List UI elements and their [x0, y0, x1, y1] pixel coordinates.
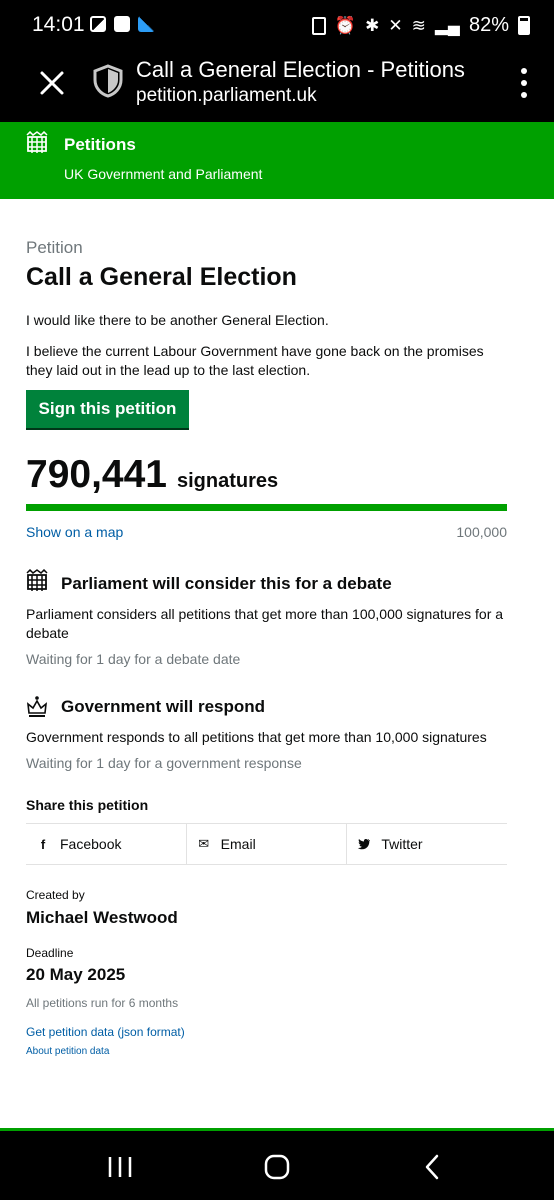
email-icon: ✉ — [198, 836, 210, 851]
page-title-tab[interactable]: Call a General Election - Petitions — [136, 57, 476, 83]
checkbox-icon — [114, 16, 130, 32]
notification-icons — [90, 16, 155, 32]
share-label: Email — [220, 836, 256, 852]
share-label: Twitter — [381, 836, 423, 852]
browser-toolbar: Call a General Election - Petitions peti… — [0, 52, 554, 122]
system-icons: ⏰ ✱ ✕ ≋ ▂▄ 82% — [311, 14, 530, 37]
share-facebook-button[interactable]: f Facebook — [26, 824, 187, 864]
debate-text: Parliament considers all petitions that … — [26, 606, 504, 641]
debate-status: Waiting for 1 day for a debate date — [26, 651, 241, 667]
portcullis-icon[interactable] — [26, 131, 48, 155]
signature-progress-bar — [26, 504, 507, 511]
mute-icon: ✕ — [388, 15, 403, 35]
deadline-date: 20 May 2025 — [26, 965, 126, 984]
home-icon[interactable] — [257, 1151, 297, 1183]
show-on-map-link[interactable]: Show on a map — [26, 524, 123, 540]
vibrate-icon — [311, 16, 326, 35]
signature-count-row: 790,441 signatures — [26, 453, 278, 497]
recent-apps-icon[interactable] — [100, 1151, 140, 1183]
response-status: Waiting for 1 day for a government respo… — [26, 755, 302, 771]
share-label: Facebook — [60, 836, 122, 852]
share-buttons: f Facebook ✉ Email Twitter — [26, 823, 507, 865]
json-data-link[interactable]: Get petition data (json format) — [26, 1025, 185, 1039]
status-time: 14:01 — [32, 13, 85, 36]
alarm-icon: ⏰ — [334, 15, 357, 35]
creator-name: Michael Westwood — [26, 908, 178, 927]
facebook-icon: f — [40, 836, 46, 852]
site-title-link[interactable]: Petitions — [64, 135, 136, 155]
signature-threshold: 100,000 — [456, 524, 507, 540]
share-twitter-button[interactable]: Twitter — [347, 824, 507, 864]
signature-count: 790,441 — [26, 453, 167, 496]
site-subtitle: UK Government and Parliament — [64, 166, 263, 182]
created-by-label: Created by — [26, 888, 85, 902]
run-duration-note: All petitions run for 6 months — [26, 996, 179, 1010]
signature-label: signatures — [176, 470, 279, 492]
signature-progress-fill — [26, 504, 507, 511]
twitter-icon — [358, 839, 371, 850]
sign-petition-button[interactable]: Sign this petition — [26, 390, 189, 430]
debate-heading: Parliament will consider this for a deba… — [61, 574, 392, 593]
system-nav-bar — [0, 1128, 554, 1200]
share-heading: Share this petition — [26, 797, 149, 813]
shield-icon[interactable] — [92, 64, 124, 98]
petition-title: Call a General Election — [26, 263, 297, 291]
about-data-link[interactable]: About petition data — [26, 1046, 109, 1057]
signal-icon: ▂▄ — [434, 15, 460, 35]
response-text: Government responds to all petitions tha… — [26, 729, 487, 745]
petition-summary: I would like there to be another General… — [26, 312, 329, 328]
back-icon[interactable] — [412, 1151, 452, 1183]
deadline-label: Deadline — [26, 946, 74, 960]
close-icon[interactable] — [36, 67, 68, 99]
send-icon — [138, 16, 155, 32]
share-email-button[interactable]: ✉ Email — [187, 824, 348, 864]
battery-percent: 82% — [468, 14, 509, 36]
site-header: Petitions UK Government and Parliament — [0, 122, 554, 199]
wifi-icon: ≋ — [411, 15, 426, 35]
gallery-icon — [90, 16, 106, 32]
more-options-icon[interactable] — [520, 68, 528, 98]
response-heading: Government will respond — [61, 697, 266, 716]
petition-caption: Petition — [26, 238, 83, 257]
battery-icon — [518, 16, 530, 35]
petition-details: I believe the current Labour Government … — [26, 343, 484, 378]
url-text[interactable]: petition.parliament.uk — [136, 85, 317, 107]
portcullis-icon — [26, 569, 48, 591]
crown-icon — [26, 696, 48, 717]
status-bar: 14:01 ⏰ ✱ ✕ ≋ ▂▄ 82% — [0, 0, 554, 52]
bluetooth-icon: ✱ — [365, 15, 380, 35]
